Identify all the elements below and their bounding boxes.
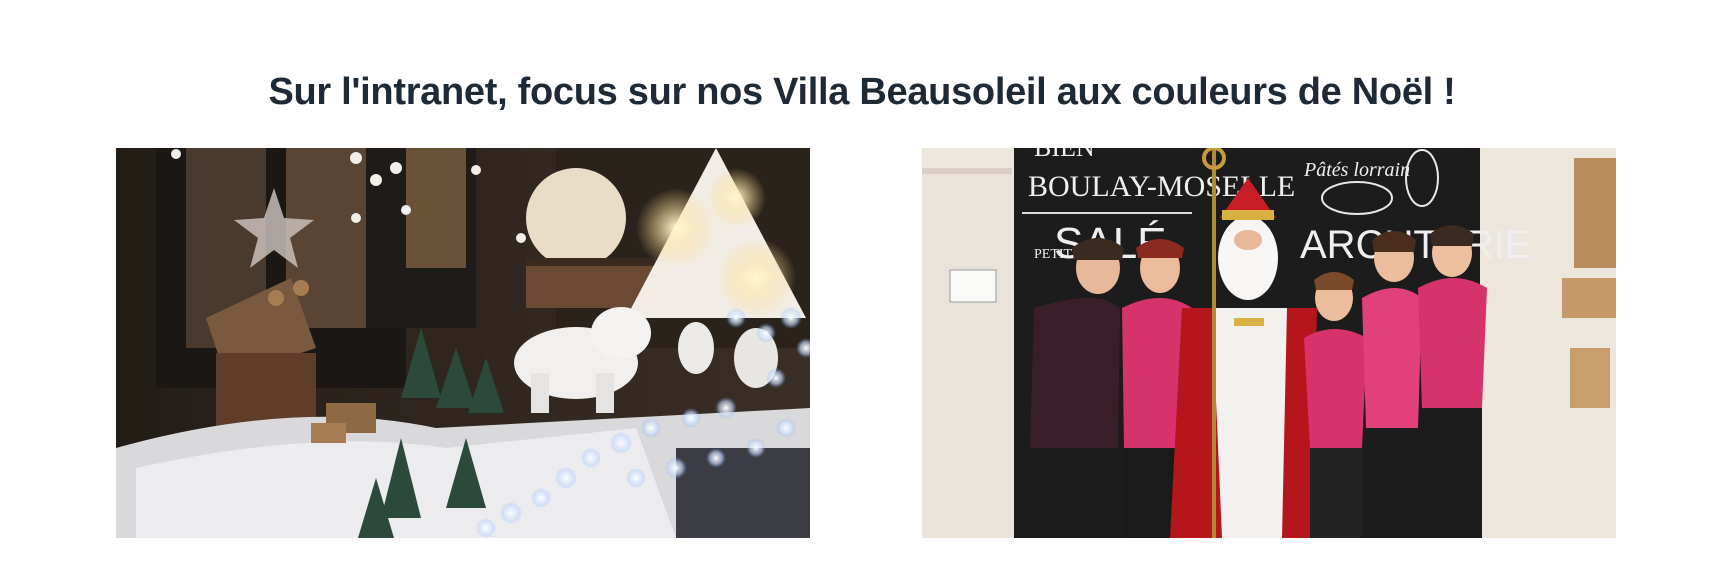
sign-charcuterie: ARCUTERIE (1300, 223, 1531, 267)
staff-saint-nicolas-photo[interactable]: BIEN BOULAY-MOSELLE Pâtés lorrain PETIT … (922, 148, 1616, 538)
christmas-display-photo[interactable] (116, 148, 810, 538)
page-title: Sur l'intranet, focus sur nos Villa Beau… (268, 71, 1456, 114)
page: Sur l'intranet, focus sur nos Villa Beau… (0, 0, 1724, 578)
sign-pates: Pâtés lorrain (1303, 159, 1410, 181)
sign-line-top: BIEN (1034, 148, 1095, 162)
staff-group-illustration: BIEN BOULAY-MOSELLE Pâtés lorrain PETIT … (922, 148, 1616, 538)
christmas-display-illustration (116, 148, 810, 538)
